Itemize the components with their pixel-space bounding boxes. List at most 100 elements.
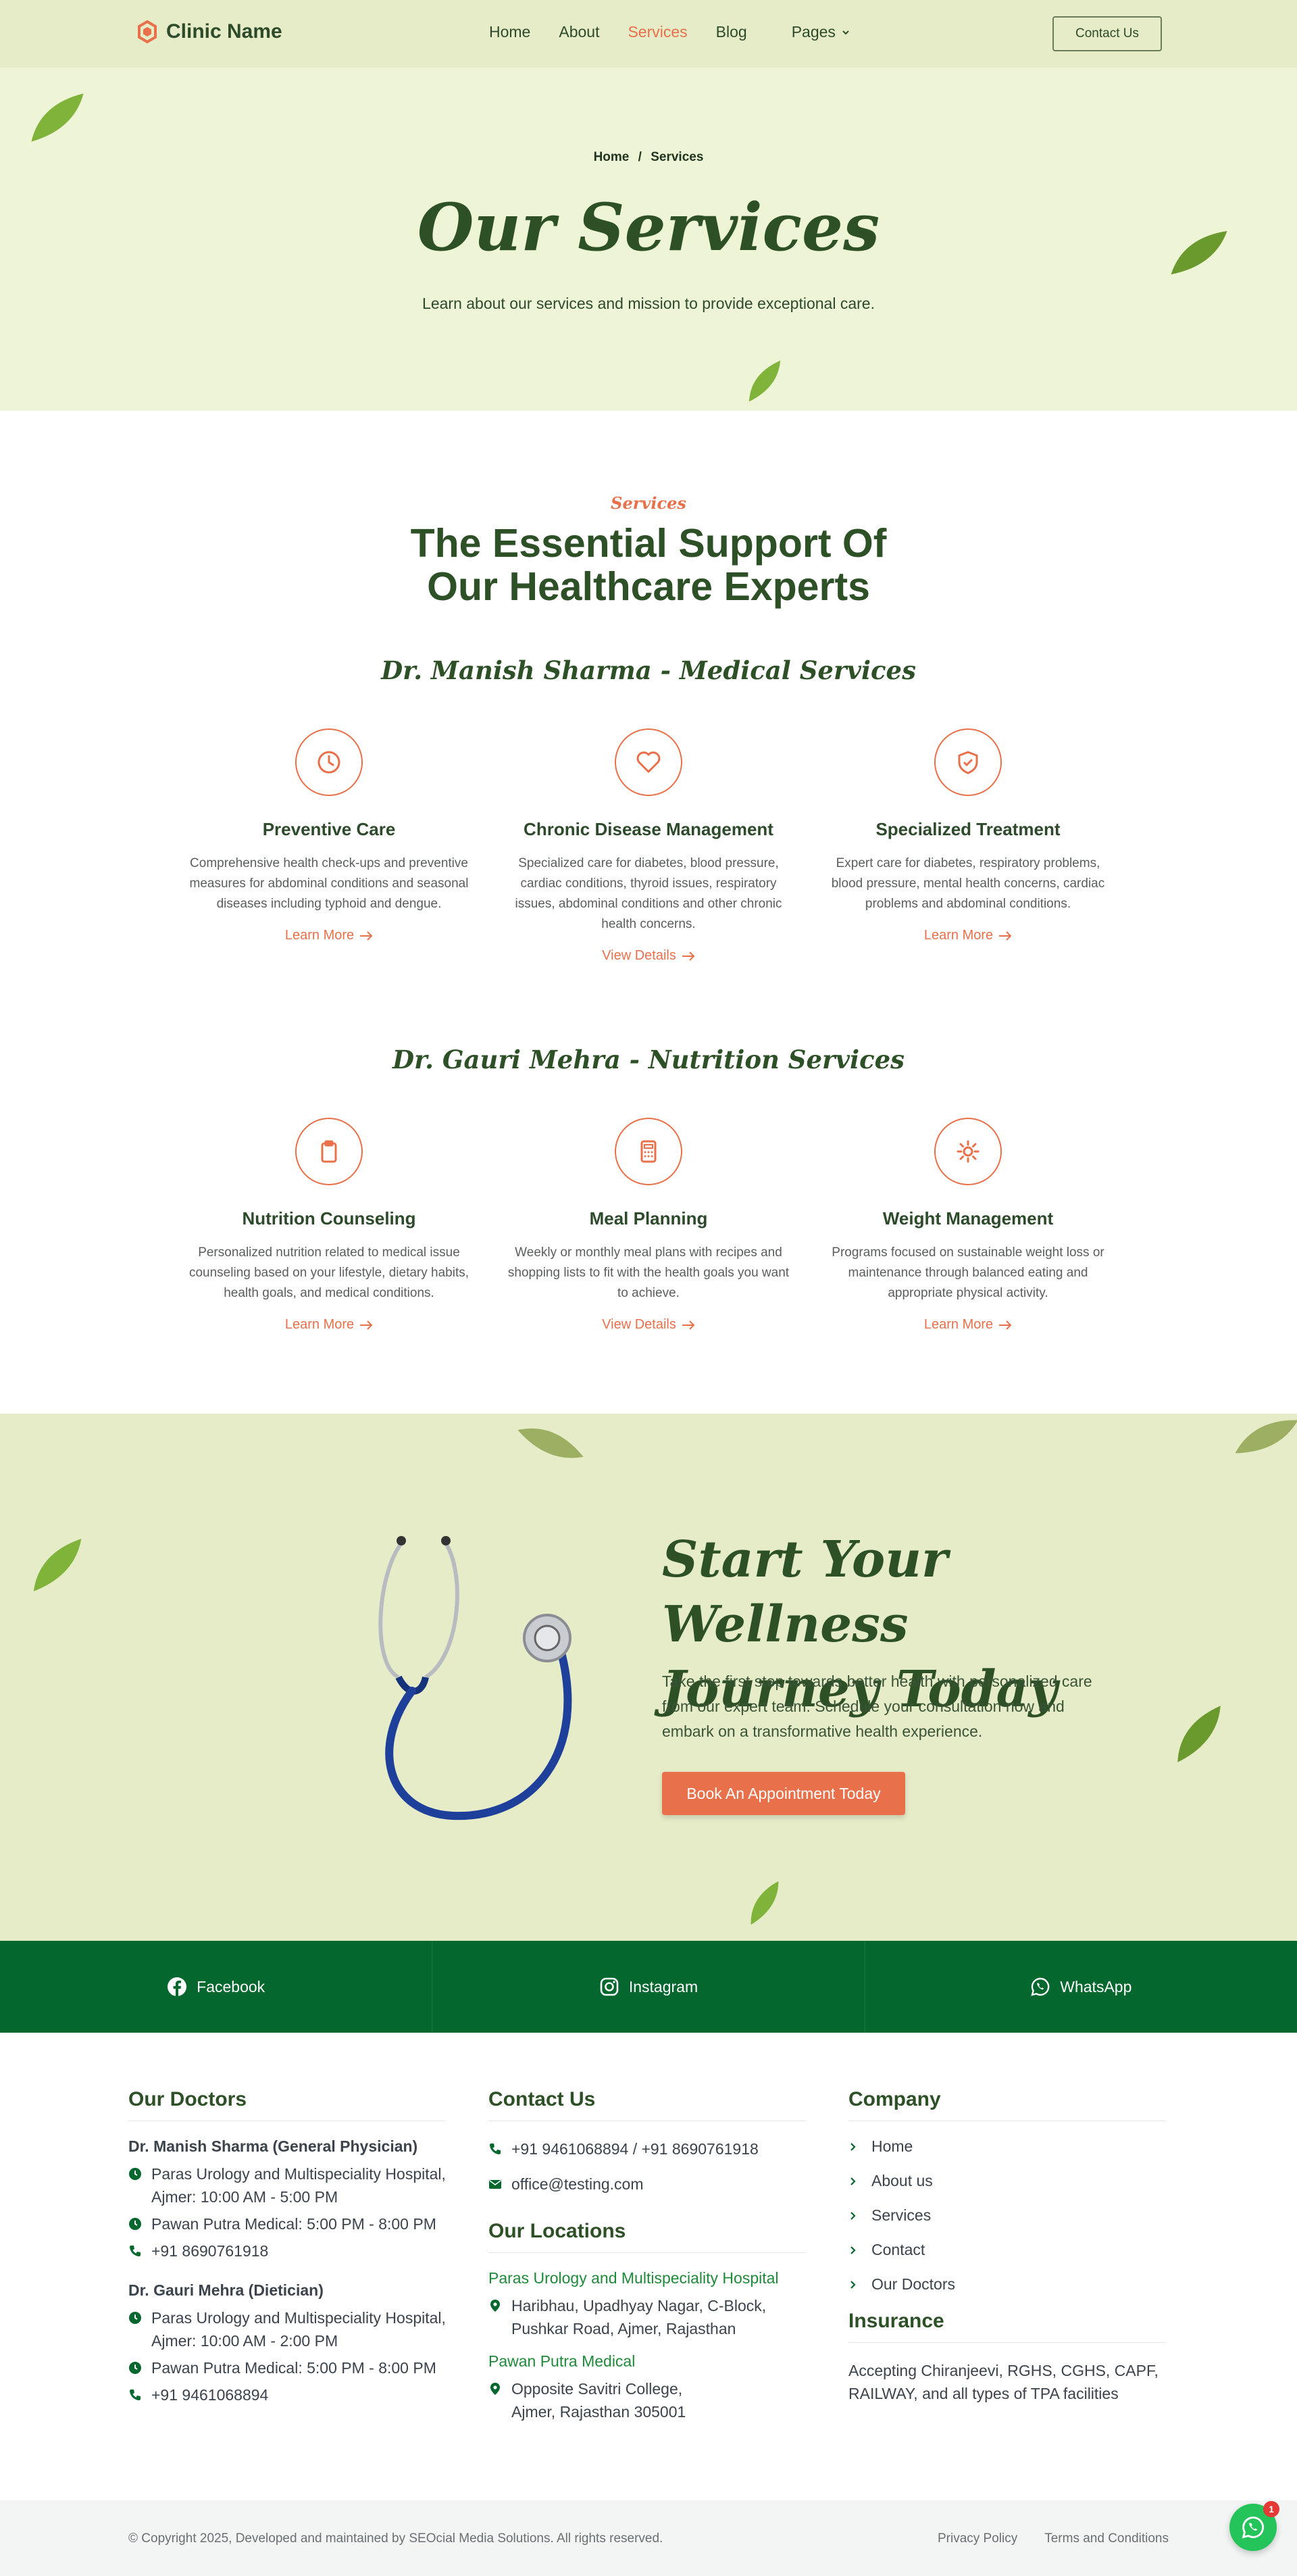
doctor-phone[interactable]: +91 8690761918 [128,2239,446,2262]
arrow-right-icon [999,931,1012,941]
clock-icon [129,2362,141,2374]
social-whatsapp[interactable]: WhatsApp [865,1941,1297,2033]
book-appointment-button[interactable]: Book An Appointment Today [662,1772,905,1815]
footer-heading: Our Doctors [128,2088,446,2121]
nav-about[interactable]: About [559,23,599,41]
email-text: office@testing.com [511,2175,644,2193]
address-text: Haribhau, Upadhyay Nagar, C-Block, Pushk… [511,2297,767,2337]
arrow-right-icon [999,1320,1012,1330]
doctor-phone[interactable]: +91 9461068894 [128,2383,446,2406]
nav-home[interactable]: Home [489,23,530,41]
link-label: Contact [871,2241,925,2258]
nav-services[interactable]: Services [628,23,687,41]
clock-icon [129,2312,141,2324]
location-name[interactable]: Paras Urology and Multispeciality Hospit… [488,2269,806,2287]
link-label: View Details [602,1317,676,1332]
contact-phone[interactable]: +91 9461068894 / +91 8690761918 [488,2137,806,2160]
section-title-line2: Our Healthcare Experts [427,564,870,609]
service-description: Specialized care for diabetes, blood pre… [515,856,782,931]
location-name[interactable]: Pawan Putra Medical [488,2352,806,2371]
service-title: Meal Planning [589,1208,708,1229]
footer-link-services[interactable]: Services [848,2206,1166,2225]
social-instagram[interactable]: Instagram [432,1941,865,2033]
nav-pages[interactable]: Pages [792,23,850,41]
bottom-bar: © Copyright 2025, Developed and maintain… [0,2500,1297,2576]
contact-email[interactable]: office@testing.com [488,2173,806,2196]
service-icon-circle [934,1118,1002,1185]
view-details-link[interactable]: View Details [602,1317,695,1333]
learn-more-link[interactable]: Learn More [924,1317,1012,1333]
footer-heading: Contact Us [488,2088,806,2121]
whatsapp-float-button[interactable]: 1 [1229,2501,1279,2551]
calculator-icon [640,1140,657,1163]
learn-more-link[interactable]: Learn More [285,1317,373,1333]
location-address: Haribhau, Upadhyay Nagar, C-Block, Pushk… [488,2294,806,2340]
service-title: Weight Management [882,1208,1054,1229]
hero-section: Home / Services Our Services Learn about… [0,68,1297,411]
service-icon-circle [934,728,1002,796]
footer-company: Company Home About us Services Contact O… [848,2088,1166,2409]
footer-link-home[interactable]: Home [848,2137,1166,2156]
chevron-right-icon [850,2246,856,2254]
phone-icon [490,2144,501,2154]
doctor-name: Dr. Gauri Mehra (Dietician) [128,2281,324,2299]
doctor-schedule: Paras Urology and Multispeciality Hospit… [128,2306,446,2352]
service-card: Preventive Care Comprehensive health che… [184,728,474,943]
main-nav: Home About Services Blog Pages [489,23,850,41]
chevron-right-icon [850,2177,856,2185]
chevron-down-icon [842,30,849,34]
breadcrumb-home[interactable]: Home [594,150,630,164]
facebook-icon [168,1977,187,1996]
service-icon-circle [615,1118,682,1185]
service-icon-circle [615,728,682,796]
learn-more-link[interactable]: Learn More [285,928,373,943]
footer-link-contact[interactable]: Contact [848,2241,1166,2259]
clock-icon [129,2168,141,2180]
footer-doctors: Our Doctors Dr. Manish Sharma (General P… [128,2088,446,2410]
phone-text: +91 8690761918 [151,2242,269,2260]
phone-icon [130,2246,141,2256]
footer-link-about[interactable]: About us [848,2172,1166,2190]
social-facebook[interactable]: Facebook [0,1941,433,2033]
clock-icon [317,751,340,774]
sun-icon [957,1140,980,1163]
footer-contact: Contact Us +91 9461068894 / +91 86907619… [488,2088,806,2427]
cta-section: Start Your Wellness Journey Today Take t… [0,1414,1297,1941]
arrow-right-icon [682,951,695,961]
legal-links: Privacy Policy Terms and Conditions [938,2531,1169,2546]
section-title-line1: The Essential Support Of [410,521,887,566]
arrow-right-icon [360,1320,373,1330]
social-label: Facebook [197,1977,265,1996]
privacy-policy-link[interactable]: Privacy Policy [938,2531,1017,2546]
link-label: Home [871,2137,913,2155]
group-title: Dr. Manish Sharma - Medical Services [381,655,916,685]
envelope-icon [489,2180,501,2189]
link-label: Learn More [284,928,355,943]
service-title: Chronic Disease Management [524,819,773,839]
service-card: Weight Management Programs focused on su… [823,1118,1113,1333]
social-bar: Facebook Instagram WhatsApp [0,1941,1297,2033]
nav-blog[interactable]: Blog [716,23,747,41]
link-label: Learn More [923,928,994,943]
site-footer: Our Doctors Dr. Manish Sharma (General P… [0,2033,1297,2499]
service-title: Specialized Treatment [875,819,1061,839]
arrow-right-icon [360,931,373,941]
learn-more-link[interactable]: Learn More [924,928,1012,943]
footer-heading: Our Locations [488,2220,806,2253]
leaf-icon [751,1881,779,1925]
stethoscope-image [378,1536,572,1820]
contact-us-button[interactable]: Contact Us [1052,16,1162,51]
terms-link[interactable]: Terms and Conditions [1044,2531,1169,2546]
footer-link-doctors[interactable]: Our Doctors [848,2275,1166,2294]
breadcrumb-current: Services [651,150,704,164]
service-icon-circle [295,1118,363,1185]
logo[interactable]: Clinic Name [138,20,282,43]
section-title: The Essential Support Of Our Healthcare … [0,522,1297,608]
chevron-right-icon [850,2211,856,2220]
view-details-link[interactable]: View Details [602,948,695,964]
cta-text: Take the first step towards better healt… [662,1673,1092,1740]
leaf-icon [748,360,781,402]
whatsapp-icon [1031,1977,1050,1996]
doctor-name: Dr. Manish Sharma (General Physician) [128,2137,418,2155]
group-title: Dr. Gauri Mehra - Nutrition Services [392,1045,905,1074]
